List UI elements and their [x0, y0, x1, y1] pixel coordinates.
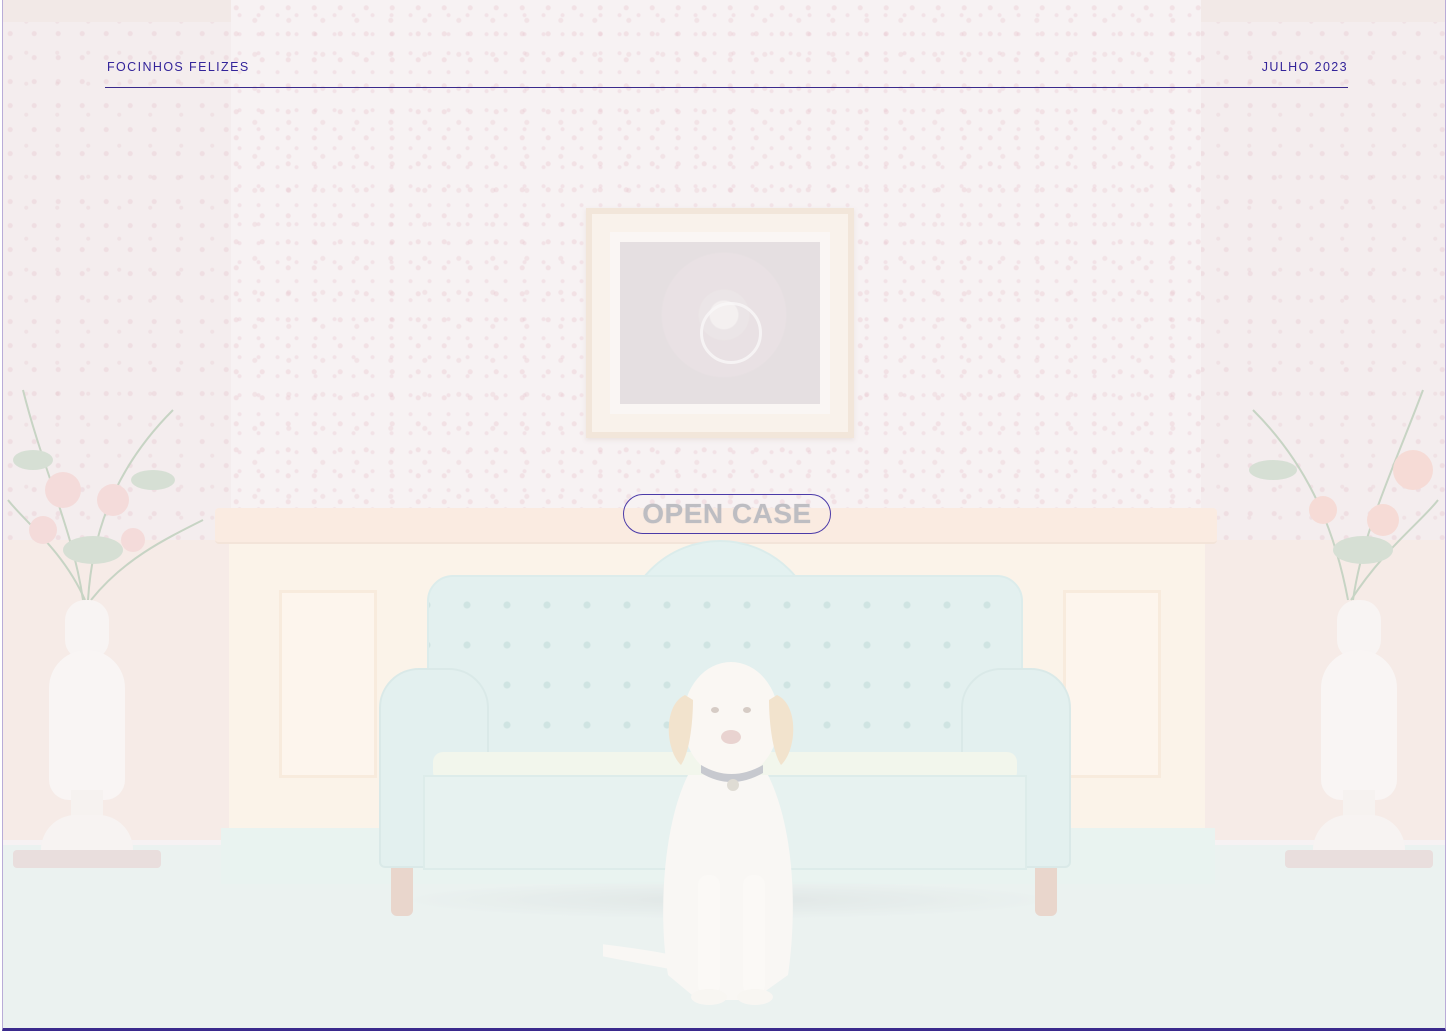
open-case-button[interactable]: OPEN CASE: [623, 494, 831, 534]
page-header: FOCINHOS FELIZES JULHO 2023: [105, 60, 1348, 88]
brand-name: FOCINHOS FELIZES: [107, 60, 250, 74]
issue-date: JULHO 2023: [1261, 60, 1348, 74]
page-frame: FOCINHOS FELIZES JULHO 2023 OPEN CASE: [2, 0, 1446, 1031]
